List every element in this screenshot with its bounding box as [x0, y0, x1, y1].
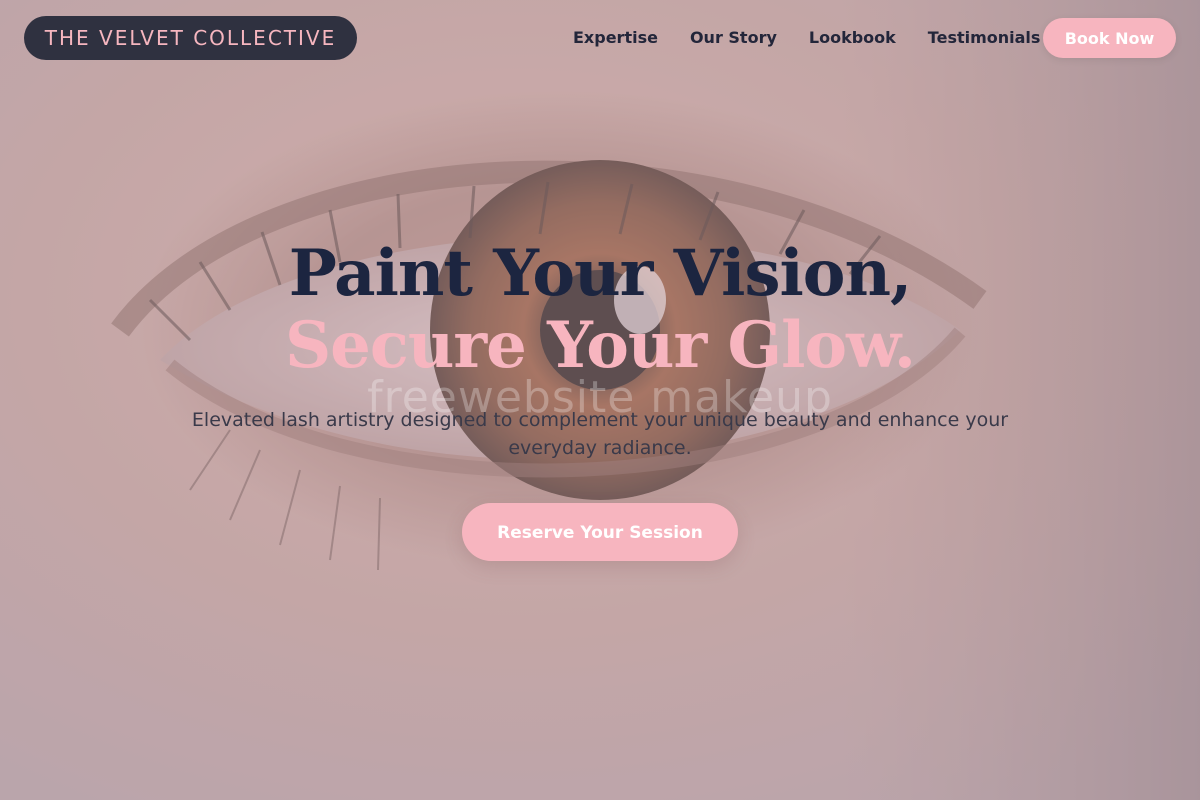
nav-links: Expertise Our Story Lookbook Testimonial… [573, 25, 1040, 51]
headline-line-1: Paint Your Vision, [288, 236, 913, 311]
reserve-session-button[interactable]: Reserve Your Session [462, 503, 738, 561]
nav-link-expertise[interactable]: Expertise [573, 25, 658, 51]
top-nav: THE VELVET COLLECTIVE Expertise Our Stor… [0, 0, 1200, 76]
nav-link-testimonials[interactable]: Testimonials [928, 25, 1041, 51]
hero-subtitle: Elevated lash artistry designed to compl… [191, 409, 1009, 459]
book-now-button[interactable]: Book Now [1043, 18, 1176, 58]
nav-link-lookbook[interactable]: Lookbook [809, 25, 896, 51]
nav-link-our-story[interactable]: Our Story [690, 25, 777, 51]
hero-headline: Paint Your Vision, Secure Your Glow. [0, 238, 1200, 382]
brand-logo[interactable]: THE VELVET COLLECTIVE [24, 16, 357, 60]
